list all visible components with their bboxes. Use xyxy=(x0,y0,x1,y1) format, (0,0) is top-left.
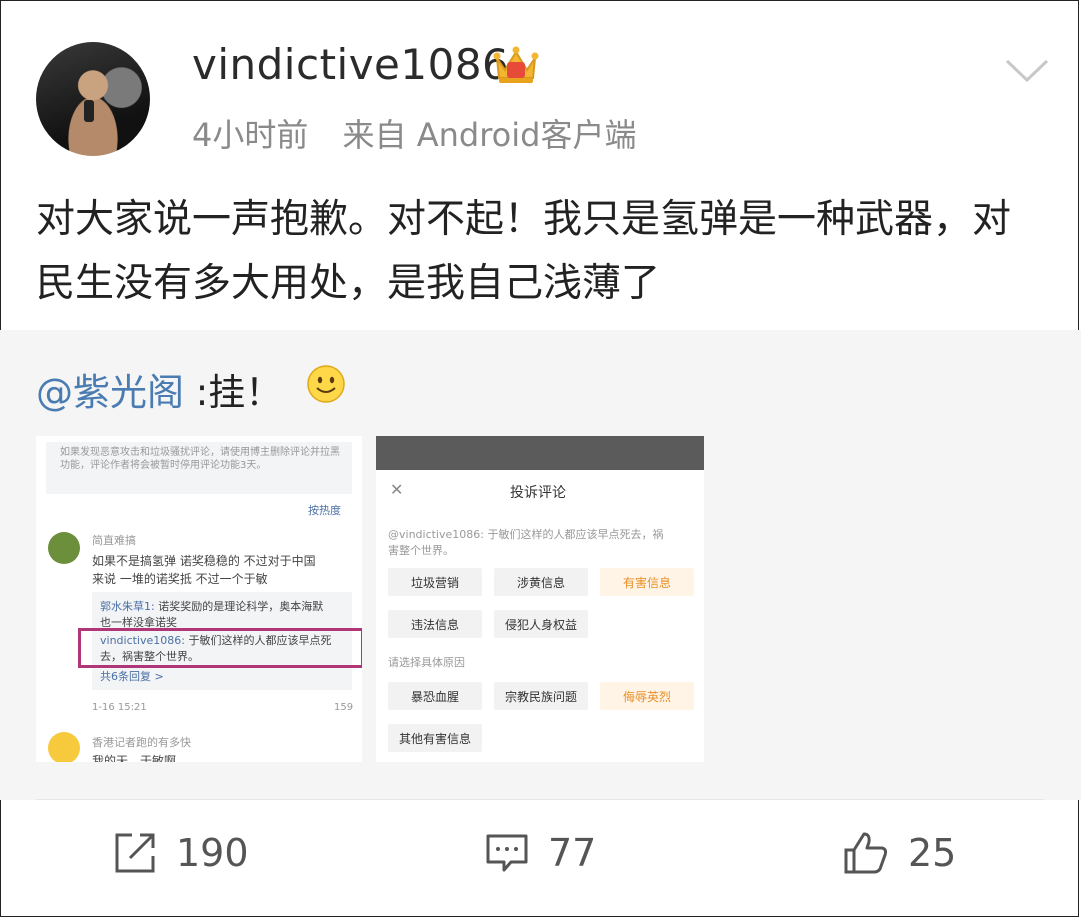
repost-icon xyxy=(115,833,155,873)
comment-user: 简直难搞 xyxy=(92,534,136,547)
post-text: 对大家说一声抱歉。对不起！我只是氢弹是一种武器，对民生没有多大用处，是我自己浅薄… xyxy=(36,197,1012,306)
chevron-down-icon[interactable] xyxy=(1004,58,1050,84)
repost-count: 190 xyxy=(176,831,249,875)
like-button[interactable]: 25 xyxy=(842,830,956,876)
sheet-title: 投诉评论 xyxy=(510,485,566,501)
report-option[interactable]: 其他有害信息 xyxy=(388,724,482,752)
more-replies-link[interactable]: 共6条回复 > xyxy=(100,668,164,684)
comment-count: 77 xyxy=(548,831,597,875)
notice-text: 如果发现恶意攻击和垃圾骚扰评论，请使用博主删除评论并拉黑功能，评论作者将会被暂时… xyxy=(60,447,340,471)
mention-link[interactable]: @紫光阁 xyxy=(36,371,184,414)
image-thumbnail-report[interactable]: ✕ 投诉评论 @vindictive1086: 于敏们这样的人都应该早点死去，祸… xyxy=(376,436,704,762)
report-option[interactable]: 涉黄信息 xyxy=(494,568,588,596)
comment-likes: 159 xyxy=(334,702,354,713)
comment-text-line: 我的天，于敏啊 xyxy=(92,754,177,762)
reason-label: 请选择具体原因 xyxy=(388,656,465,669)
report-option[interactable]: 违法信息 xyxy=(388,610,482,638)
image-thumbnail-comments[interactable]: 如果发现恶意攻击和垃圾骚扰评论，请使用博主删除评论并拉黑功能，评论作者将会被暂时… xyxy=(36,436,362,762)
avatar[interactable] xyxy=(36,42,150,156)
report-option-selected[interactable]: 有害信息 xyxy=(600,568,694,596)
repost-text: @紫光阁 :挂！ xyxy=(36,362,282,416)
like-count: 25 xyxy=(908,831,957,875)
report-option[interactable]: 垃圾营销 xyxy=(388,568,482,596)
divider xyxy=(36,799,1044,800)
repost-button[interactable]: 190 xyxy=(112,830,249,876)
report-option[interactable]: 宗教民族问题 xyxy=(494,682,588,710)
comment-text-line: 如果不是搞氢弹 诺奖稳稳的 不过对于中国 xyxy=(92,554,316,568)
commenter-avatar xyxy=(48,732,80,762)
close-icon[interactable]: ✕ xyxy=(390,480,403,499)
quoted-line: 害整个世界。 xyxy=(388,544,454,557)
comment-icon xyxy=(486,834,528,872)
dim-overlay xyxy=(376,436,704,470)
comment-date: 1-16 15:21 xyxy=(92,702,147,713)
like-icon xyxy=(844,832,888,874)
report-option-selected[interactable]: 侮辱英烈 xyxy=(600,682,694,710)
smiley-icon xyxy=(307,365,345,403)
comment-user: 香港记者跑的有多快 xyxy=(92,736,191,749)
username[interactable]: vindictive1086 xyxy=(192,40,509,89)
sort-label[interactable]: 按热度 xyxy=(308,502,341,518)
quoted-line: @vindictive1086: 于敏们这样的人都应该早点死去，祸 xyxy=(388,528,664,541)
commenter-avatar xyxy=(48,532,80,564)
highlight-box xyxy=(78,628,362,668)
post-time: 4小时前 xyxy=(192,116,309,154)
post-meta: 4小时前 来自 Android客户端 xyxy=(192,110,660,156)
comment-button[interactable]: 77 xyxy=(484,830,596,876)
report-option[interactable]: 侵犯人身权益 xyxy=(494,610,588,638)
comment-text-line: 来说 一堆的诺奖抵 不过一个于敏 xyxy=(92,572,268,586)
report-option[interactable]: 暴恐血腥 xyxy=(388,682,482,710)
reply-line: 郭水朱草1: 诺奖奖励的是理论科学，奥本海默 xyxy=(100,600,324,613)
crown-icon xyxy=(493,46,539,83)
post-source: 来自 Android客户端 xyxy=(342,116,637,154)
repost-comment: :挂！ xyxy=(184,371,283,414)
